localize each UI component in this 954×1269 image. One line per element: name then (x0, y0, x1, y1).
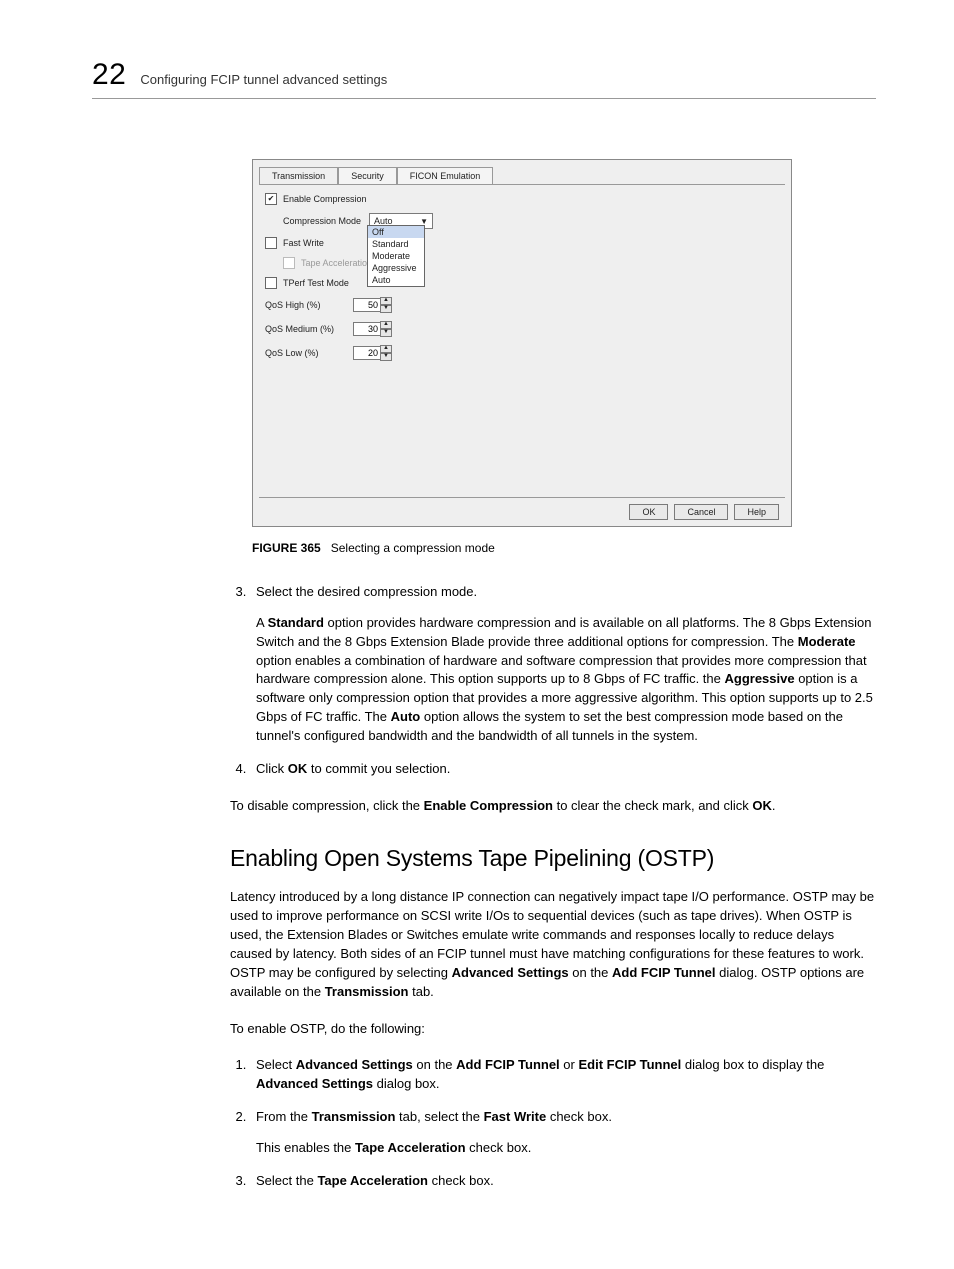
ostp-step-2-sub: This enables the Tape Acceleration check… (256, 1139, 876, 1158)
step-3: Select the desired compression mode. A S… (250, 583, 876, 746)
tab-ficon[interactable]: FICON Emulation (397, 167, 494, 185)
dropdown-option-aggressive[interactable]: Aggressive (368, 262, 424, 274)
tape-accel-checkbox (283, 257, 295, 269)
spin-down-icon[interactable]: ▼ (380, 329, 392, 337)
tab-security[interactable]: Security (338, 167, 397, 185)
spin-up-icon[interactable]: ▲ (380, 345, 392, 353)
figure-label: FIGURE 365 (252, 541, 321, 555)
fast-write-label: Fast Write (283, 238, 324, 248)
qos-high-spinner[interactable]: ▲▼ (353, 297, 392, 313)
ostp-step-3: Select the Tape Acceleration check box. (250, 1172, 876, 1191)
disable-compression-line: To disable compression, click the Enable… (230, 797, 876, 816)
ostp-intro: Latency introduced by a long distance IP… (230, 888, 876, 1001)
qos-low-input[interactable] (353, 346, 381, 360)
qos-medium-label: QoS Medium (%) (265, 324, 347, 334)
steps-list-b: Select Advanced Settings on the Add FCIP… (230, 1056, 876, 1190)
tab-bar: Transmission Security FICON Emulation (253, 160, 791, 184)
step-4: Click OK to commit you selection. (250, 760, 876, 779)
dropdown-option-standard[interactable]: Standard (368, 238, 424, 250)
enable-compression-label: Enable Compression (283, 194, 367, 204)
spin-up-icon[interactable]: ▲ (380, 321, 392, 329)
help-button[interactable]: Help (734, 504, 779, 520)
step3-lead: Select the desired compression mode. (256, 584, 477, 599)
header-rule (92, 98, 876, 99)
ostp-lead: To enable OSTP, do the following: (230, 1020, 876, 1039)
spin-up-icon[interactable]: ▲ (380, 297, 392, 305)
tape-accel-label: Tape Acceleratio (301, 258, 367, 268)
dropdown-option-off[interactable]: Off (368, 226, 424, 238)
chapter-title: Configuring FCIP tunnel advanced setting… (140, 72, 387, 87)
enable-compression-checkbox[interactable] (265, 193, 277, 205)
fast-write-checkbox[interactable] (265, 237, 277, 249)
dropdown-option-moderate[interactable]: Moderate (368, 250, 424, 262)
dialog-button-bar: OK Cancel Help (259, 497, 785, 526)
cancel-button[interactable]: Cancel (674, 504, 728, 520)
qos-high-input[interactable] (353, 298, 381, 312)
ostp-step-2: From the Transmission tab, select the Fa… (250, 1108, 876, 1158)
steps-list-a: Select the desired compression mode. A S… (230, 583, 876, 779)
figure-caption: FIGURE 365 Selecting a compression mode (252, 541, 876, 555)
step3-para: A Standard option provides hardware comp… (256, 614, 876, 746)
dropdown-option-auto[interactable]: Auto (368, 274, 424, 286)
section-heading: Enabling Open Systems Tape Pipelining (O… (230, 845, 876, 872)
qos-medium-spinner[interactable]: ▲▼ (353, 321, 392, 337)
qos-medium-input[interactable] (353, 322, 381, 336)
tperf-label: TPerf Test Mode (283, 278, 349, 288)
ostp-step-1: Select Advanced Settings on the Add FCIP… (250, 1056, 876, 1094)
ok-button[interactable]: OK (629, 504, 668, 520)
spin-down-icon[interactable]: ▼ (380, 305, 392, 313)
qos-high-label: QoS High (%) (265, 300, 347, 310)
qos-low-label: QoS Low (%) (265, 348, 347, 358)
tab-transmission[interactable]: Transmission (259, 167, 338, 185)
chapter-number: 22 (92, 58, 126, 92)
qos-low-spinner[interactable]: ▲▼ (353, 345, 392, 361)
tab-panel: Enable Compression Compression Mode Auto… (259, 184, 785, 497)
spin-down-icon[interactable]: ▼ (380, 353, 392, 361)
dialog-screenshot: Transmission Security FICON Emulation En… (252, 159, 792, 527)
compression-mode-label: Compression Mode (283, 216, 363, 226)
compression-mode-dropdown[interactable]: Off Standard Moderate Aggressive Auto (367, 225, 425, 287)
figure-caption-text: Selecting a compression mode (331, 541, 495, 555)
tperf-checkbox[interactable] (265, 277, 277, 289)
